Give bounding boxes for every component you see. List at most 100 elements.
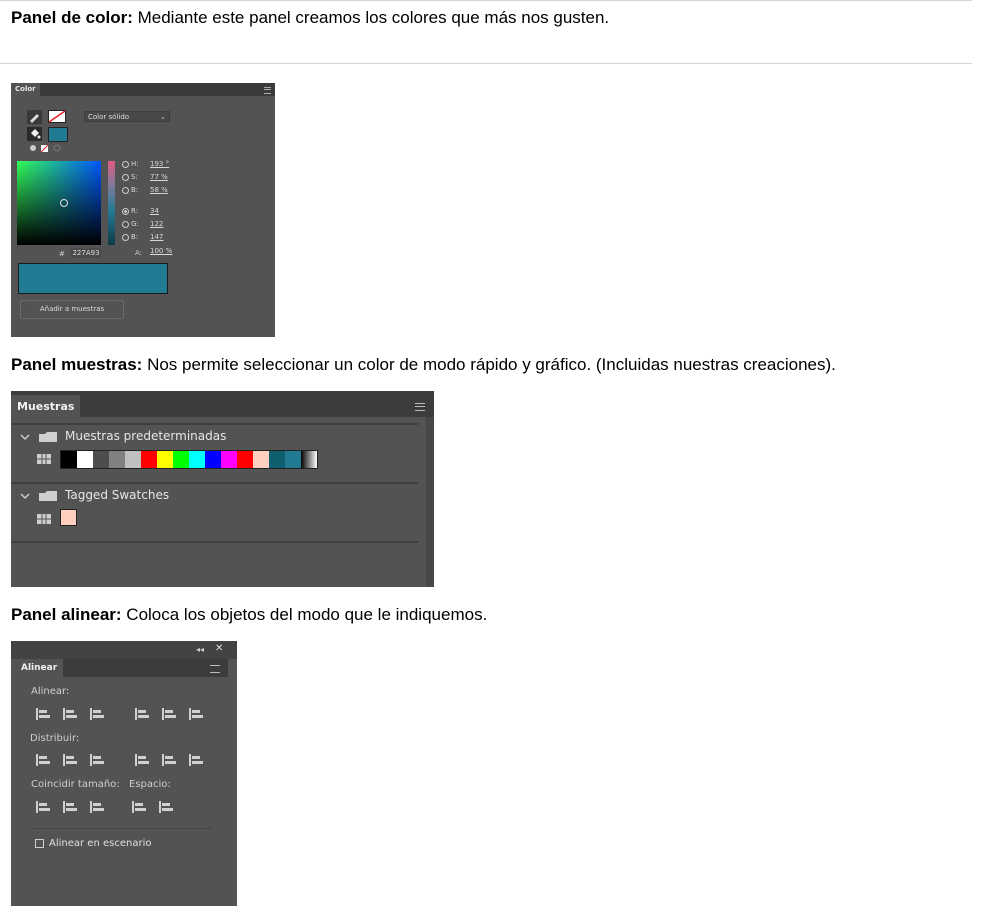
red-radio[interactable]	[122, 207, 129, 215]
brightness-unit: %	[161, 186, 168, 194]
distribute-horizontal-center-icon[interactable]	[161, 753, 177, 767]
distribute-left-icon[interactable]	[134, 753, 150, 767]
hue-value[interactable]: 193	[150, 160, 163, 168]
color-panel-tabbar: Color	[11, 83, 275, 96]
fill-type-select[interactable]: Color sólido ⌄	[84, 111, 170, 122]
swatch-grid-icon[interactable]	[37, 454, 51, 464]
panel-menu-icon[interactable]	[210, 665, 220, 673]
blue-value[interactable]: 147	[150, 233, 163, 241]
match-width-icon[interactable]	[35, 800, 51, 814]
default-swatch-strip	[60, 450, 318, 469]
align-panel-titlebar: ◂◂ ✕	[11, 641, 237, 659]
alpha-label: A:	[135, 249, 143, 257]
swatch[interactable]	[237, 451, 253, 468]
hue-radio[interactable]	[122, 160, 129, 168]
hex-label: #	[59, 250, 65, 258]
swatch[interactable]	[205, 451, 221, 468]
green-radio[interactable]	[122, 220, 129, 228]
distribute-right-icon[interactable]	[188, 753, 204, 767]
blue-radio[interactable]	[122, 233, 129, 241]
distribute-bottom-icon[interactable]	[89, 753, 105, 767]
align-to-stage-label[interactable]: Alinear en escenario	[49, 838, 151, 849]
align-right-icon[interactable]	[89, 707, 105, 721]
group-divider	[11, 423, 418, 425]
swatches-panel-heading: Panel muestras:	[11, 355, 143, 374]
add-to-swatches-button[interactable]: Añadir a muestras	[20, 300, 124, 319]
group-divider	[11, 541, 418, 543]
hue-row[interactable]: H: 193 °	[122, 160, 169, 168]
align-top-icon[interactable]	[134, 707, 150, 721]
swatch[interactable]	[141, 451, 157, 468]
swatch[interactable]	[109, 451, 125, 468]
group-label-default[interactable]: Muestras predeterminadas	[65, 429, 226, 443]
swatch[interactable]	[77, 451, 93, 468]
saturation-radio[interactable]	[122, 173, 129, 181]
swatches-panel-text: Nos permite seleccionar un color de modo…	[142, 355, 836, 374]
pencil-icon[interactable]	[27, 110, 42, 124]
align-panel-text: Coloca los objetos del modo que le indiq…	[121, 605, 488, 624]
align-vertical-center-icon[interactable]	[161, 707, 177, 721]
red-row[interactable]: R: 34	[122, 207, 159, 215]
hex-input[interactable]: 227A93	[71, 248, 101, 258]
fill-color-swatch[interactable]	[48, 127, 68, 142]
align-bottom-icon[interactable]	[188, 707, 204, 721]
distribute-top-icon[interactable]	[35, 753, 51, 767]
saturation-row[interactable]: S: 77 %	[122, 173, 168, 181]
group-label-tagged[interactable]: Tagged Swatches	[65, 488, 169, 502]
red-value[interactable]: 34	[150, 207, 159, 215]
no-stroke-swatch-icon[interactable]	[48, 110, 66, 123]
swatch[interactable]	[301, 451, 317, 468]
group-divider	[11, 482, 418, 484]
swatch[interactable]	[285, 451, 301, 468]
swatch[interactable]	[269, 451, 285, 468]
space-vertical-icon[interactable]	[131, 800, 147, 814]
swatch[interactable]	[221, 451, 237, 468]
swatch[interactable]	[157, 451, 173, 468]
chevron-down-icon[interactable]	[20, 492, 30, 500]
color-picker-cursor[interactable]	[60, 199, 68, 207]
distribute-vertical-center-icon[interactable]	[62, 753, 78, 767]
green-value[interactable]: 122	[150, 220, 163, 228]
swatch[interactable]	[173, 451, 189, 468]
blue-row[interactable]: B: 147	[122, 233, 163, 241]
saturation-label: S:	[131, 173, 138, 181]
tab-swatches[interactable]: Muestras	[11, 395, 81, 417]
swatch[interactable]	[253, 451, 269, 468]
saturation-value[interactable]: 77	[150, 173, 159, 181]
paint-bucket-icon[interactable]	[27, 127, 42, 141]
brightness-value[interactable]: 58	[150, 186, 159, 194]
match-width-height-icon[interactable]	[89, 800, 105, 814]
brightness-radio[interactable]	[122, 186, 129, 194]
align-panel: ◂◂ ✕ Alinear Alinear: Distribuir: Coinci…	[11, 641, 237, 906]
chevron-down-icon[interactable]	[20, 433, 30, 441]
alpha-value: 100	[150, 247, 164, 255]
swatch[interactable]	[125, 451, 141, 468]
align-left-icon[interactable]	[35, 707, 51, 721]
tab-color[interactable]: Color	[11, 83, 40, 96]
collapse-icon[interactable]: ◂◂	[196, 645, 204, 654]
space-horizontal-icon[interactable]	[158, 800, 174, 814]
swatch[interactable]	[93, 451, 109, 468]
scrollbar[interactable]	[426, 417, 434, 587]
match-height-icon[interactable]	[62, 800, 78, 814]
tagged-swatch[interactable]	[60, 509, 77, 526]
brightness-label: B:	[131, 186, 139, 194]
align-to-stage-checkbox[interactable]	[35, 839, 44, 848]
hue-slider[interactable]	[108, 161, 115, 245]
alpha-unit: %	[165, 247, 173, 255]
close-icon[interactable]: ✕	[215, 643, 223, 654]
swap-colors-icon[interactable]	[29, 144, 65, 153]
color-panel-heading: Panel de color:	[11, 8, 133, 27]
swatch[interactable]	[189, 451, 205, 468]
swatch-grid-icon[interactable]	[37, 514, 51, 524]
green-row[interactable]: G: 122	[122, 220, 163, 228]
tab-align[interactable]: Alinear	[15, 659, 64, 677]
panel-menu-icon[interactable]	[415, 403, 425, 411]
alpha-input[interactable]: 100 %	[150, 247, 172, 255]
color-picker-field[interactable]	[17, 161, 101, 245]
swatch[interactable]	[61, 451, 77, 468]
align-horizontal-center-icon[interactable]	[62, 707, 78, 721]
panel-menu-icon[interactable]	[264, 87, 271, 94]
align-panel-tabbar: Alinear	[15, 659, 228, 677]
brightness-row[interactable]: B: 58 %	[122, 186, 168, 194]
